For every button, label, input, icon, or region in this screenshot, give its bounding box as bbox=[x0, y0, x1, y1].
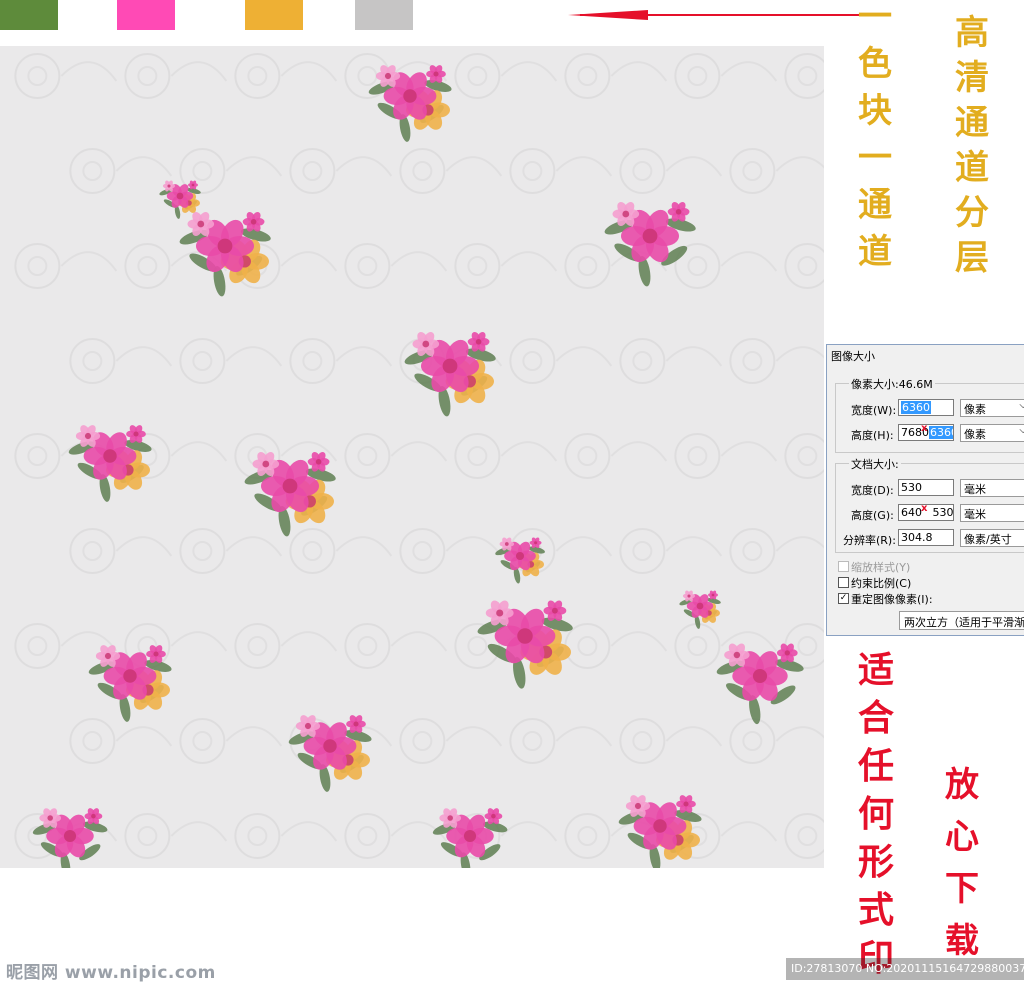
color-swatch-green bbox=[0, 0, 58, 30]
resolution-input[interactable]: 304.8 bbox=[898, 529, 954, 546]
resample-checkbox[interactable]: ✓ bbox=[838, 593, 849, 604]
width-input[interactable]: 6360 bbox=[898, 399, 954, 416]
bouquet bbox=[404, 332, 496, 417]
vt-red2-char: 放 bbox=[945, 765, 979, 805]
bouquet bbox=[368, 65, 452, 142]
vt-left-char: 通 bbox=[858, 185, 892, 225]
width-label: 宽度(W): bbox=[851, 404, 897, 417]
caption-one-swatch-one-channel: 一色块一通道 bbox=[858, 0, 892, 269]
bouquet bbox=[88, 645, 172, 722]
doc-height-unit-select[interactable]: 毫米 bbox=[960, 504, 1024, 522]
vt-red1-char: 任 bbox=[858, 745, 895, 787]
bouquet bbox=[495, 537, 545, 584]
image-size-dialog: 图像大小 像素大小:46.6M 宽度(W): 6360 像素⌵ 高度(H): 7… bbox=[826, 344, 1024, 636]
bouquet bbox=[288, 715, 372, 792]
vt-red2-char: 心 bbox=[945, 817, 979, 857]
pixel-group-label: 像素大小:46.6M bbox=[849, 376, 935, 392]
vt-left-char: 块 bbox=[858, 91, 892, 131]
vt-right-char: 高 bbox=[955, 13, 989, 53]
resample-label: 重定图像像素(I): bbox=[851, 593, 933, 606]
bouquet bbox=[604, 202, 696, 287]
color-swatch-pink bbox=[117, 0, 175, 30]
doc-height-label: 高度(G): bbox=[851, 509, 894, 522]
bouquet bbox=[179, 212, 271, 297]
vt-red1-char: 形 bbox=[858, 841, 895, 883]
vt-red2-char: 下 bbox=[945, 869, 979, 909]
vt-red1-char: 合 bbox=[858, 697, 895, 739]
vt-left-char: 一 bbox=[858, 0, 892, 37]
height-label: 高度(H): bbox=[851, 429, 894, 442]
link-mark-icon: x bbox=[921, 503, 928, 514]
caption-download-safely: 放心下载 bbox=[945, 768, 979, 958]
vt-red1-char: 何 bbox=[858, 793, 895, 835]
color-swatch-gold bbox=[245, 0, 303, 30]
bouquet bbox=[679, 590, 721, 629]
bouquet bbox=[477, 600, 573, 689]
doc-width-unit-select[interactable]: 毫米 bbox=[960, 479, 1024, 497]
bouquet bbox=[618, 795, 702, 868]
caption-hd-channel-layers: 高清通道分层 bbox=[955, 16, 989, 275]
scale-styles-checkbox[interactable] bbox=[838, 561, 849, 572]
scale-styles-label: 缩放样式(Y) bbox=[851, 561, 911, 574]
vt-red2-char: 载 bbox=[945, 921, 979, 961]
link-mark-icon: x bbox=[921, 423, 928, 434]
caption-suitable-any-print: 适合任何形式印 bbox=[858, 652, 894, 976]
vt-left-char: 色 bbox=[858, 44, 892, 84]
site-watermark: 昵图网 www.nipic.com bbox=[6, 963, 216, 983]
width-unit-select[interactable]: 像素⌵ bbox=[960, 399, 1024, 417]
doc-group-label: 文档大小: bbox=[849, 456, 901, 472]
resolution-label: 分辨率(R): bbox=[843, 534, 896, 547]
arrow-left-icon bbox=[568, 10, 860, 20]
resolution-unit-select[interactable]: 像素/英寸 bbox=[960, 529, 1024, 547]
vt-left-char: 道 bbox=[858, 232, 892, 272]
vt-right-char: 层 bbox=[955, 238, 989, 278]
vt-left-char: 一 bbox=[858, 138, 892, 178]
vt-right-char: 通 bbox=[955, 103, 989, 143]
vt-right-char: 分 bbox=[955, 193, 989, 233]
color-swatch-gray bbox=[355, 0, 413, 30]
constrain-proportions-label: 约束比例(C) bbox=[851, 577, 912, 590]
bouquet bbox=[244, 452, 336, 537]
floral-pattern-art bbox=[14, 53, 824, 868]
vt-right-char: 道 bbox=[955, 148, 989, 188]
bouquet bbox=[32, 808, 108, 868]
doc-width-input[interactable]: 530 bbox=[898, 479, 954, 496]
chevron-down-icon: ⌵ bbox=[1019, 400, 1024, 411]
doc-width-label: 宽度(D): bbox=[851, 484, 894, 497]
image-id-bar: ID:27813070 NO:20201115164729880037 bbox=[786, 958, 1024, 980]
height-unit-select[interactable]: 像素⌵ bbox=[960, 424, 1024, 442]
vt-red1-char: 适 bbox=[858, 649, 895, 691]
chevron-down-icon: ⌵ bbox=[1019, 425, 1024, 436]
floral-pattern-canvas bbox=[0, 46, 824, 868]
constrain-proportions-checkbox[interactable] bbox=[838, 577, 849, 588]
bouquet bbox=[716, 643, 804, 725]
vt-right-char: 清 bbox=[955, 58, 989, 98]
dialog-title: 图像大小 bbox=[831, 350, 875, 363]
bouquet bbox=[68, 425, 152, 502]
vt-red1-char: 式 bbox=[858, 889, 895, 931]
resample-method-select[interactable]: 两次立方（适用于平滑渐变 bbox=[899, 611, 1024, 630]
